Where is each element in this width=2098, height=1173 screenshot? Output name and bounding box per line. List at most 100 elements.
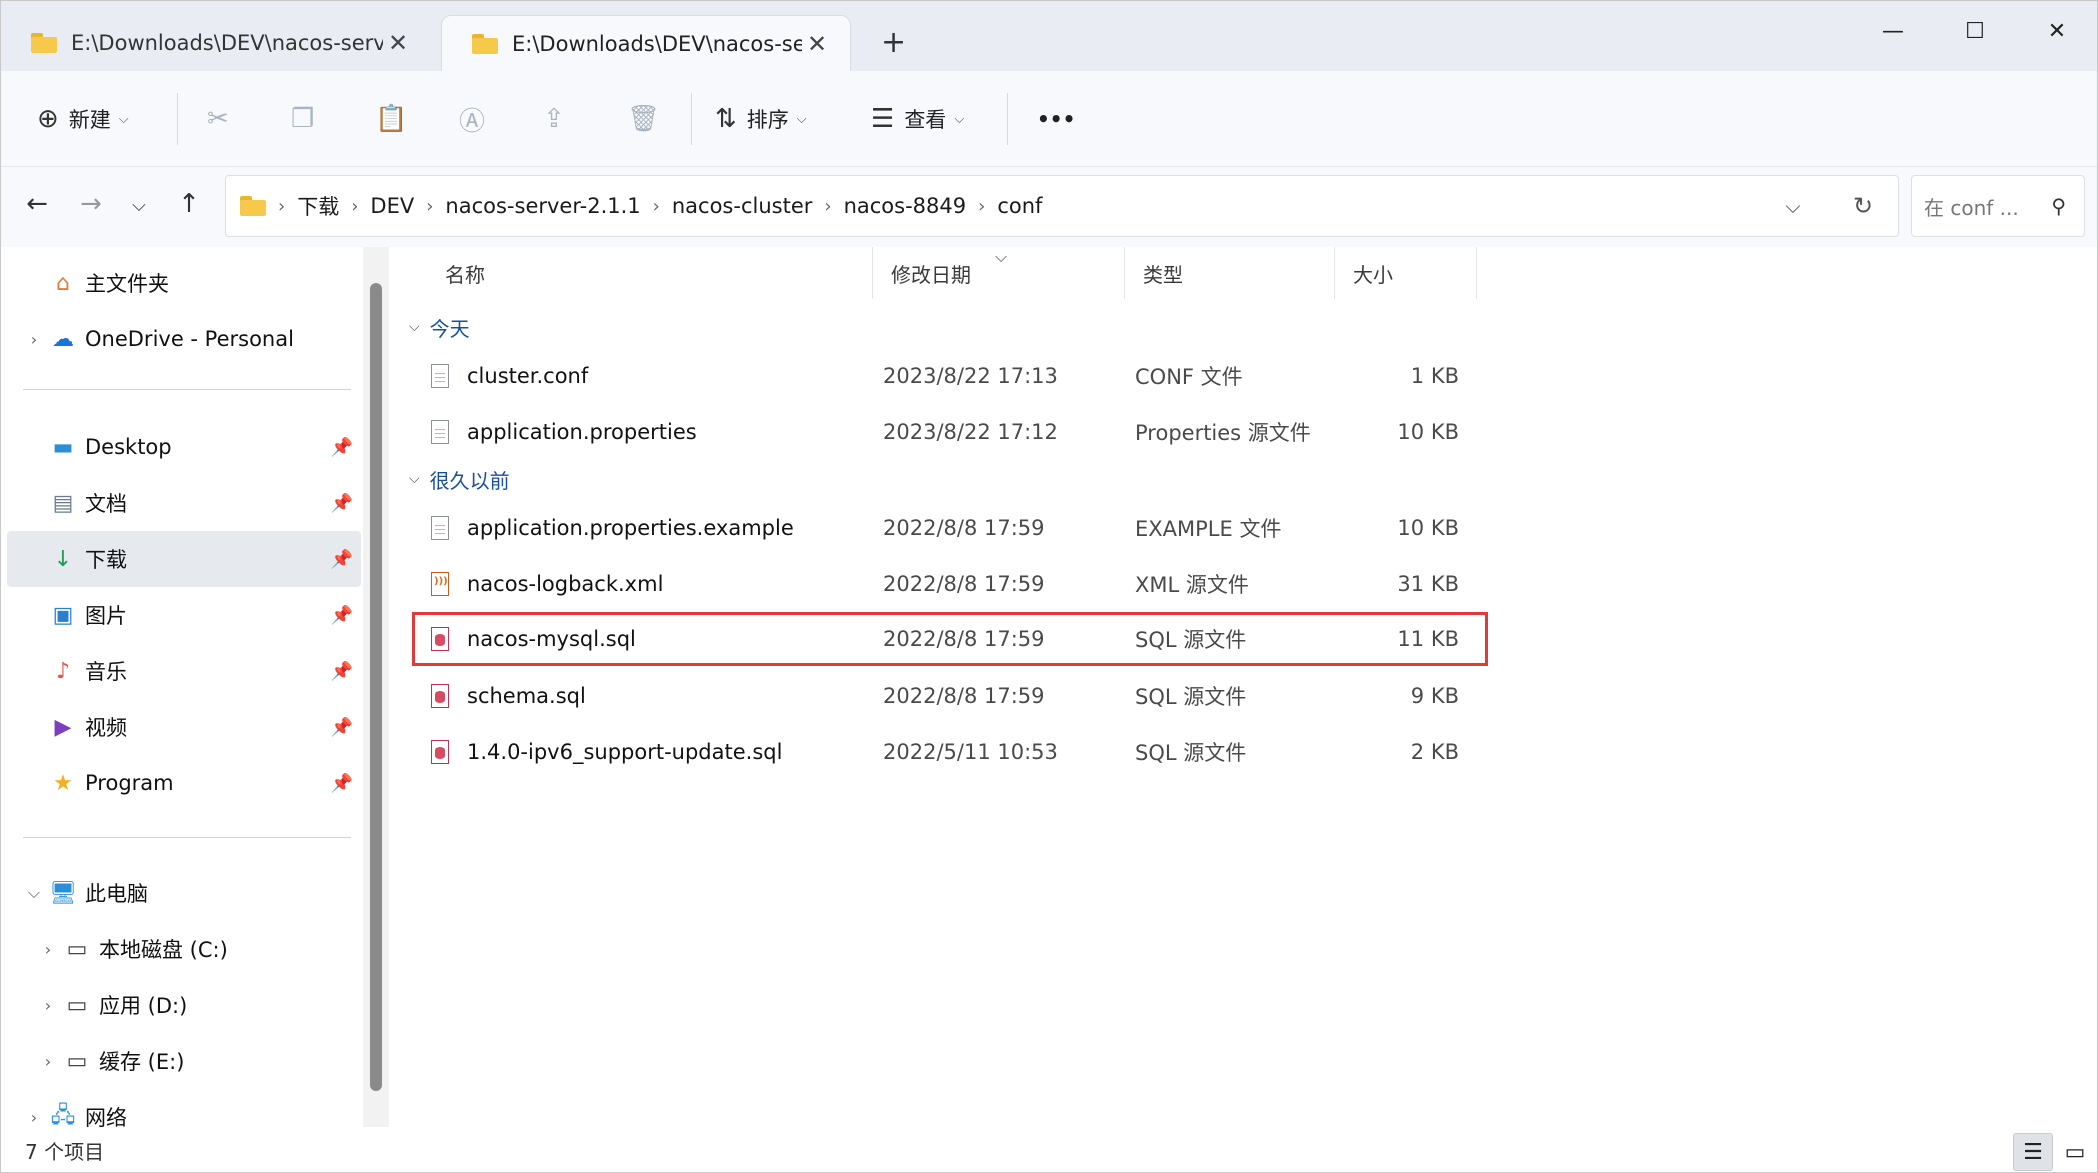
- up-arrow-icon[interactable]: ↑: [171, 189, 207, 219]
- recent-locations-chevron-icon[interactable]: ⌵: [121, 195, 157, 216]
- computer-icon: 🖥: [49, 880, 77, 906]
- file-date: 2022/5/11 10:53: [883, 740, 1058, 764]
- file-row[interactable]: application.properties 2023/8/22 17:12 P…: [413, 407, 1487, 457]
- search-input[interactable]: 在 conf ... ⚲: [1911, 175, 2085, 237]
- new-tab-button[interactable]: +: [881, 25, 906, 60]
- column-header-date[interactable]: 修改日期: [873, 247, 1125, 299]
- tab-1[interactable]: E:\Downloads\DEV\nacos-serv ✕: [1, 15, 431, 71]
- file-type: EXAMPLE 文件: [1135, 517, 1282, 541]
- view-button[interactable]: ☰ 查看 ⌵: [871, 99, 964, 139]
- music-icon: ♪: [55, 658, 71, 684]
- chevron-right-icon[interactable]: ›: [33, 940, 63, 959]
- file-type: CONF 文件: [1135, 365, 1243, 389]
- breadcrumb-item[interactable]: 下载: [297, 191, 339, 221]
- videos-icon: ▶: [54, 714, 72, 740]
- breadcrumb-separator: ›: [824, 195, 832, 217]
- breadcrumb-item[interactable]: conf: [997, 194, 1042, 218]
- pin-icon[interactable]: 📌: [331, 717, 353, 738]
- chevron-right-icon[interactable]: ›: [33, 1052, 63, 1071]
- file-row[interactable]: application.properties.example 2022/8/8 …: [413, 503, 1487, 553]
- refresh-icon[interactable]: ↻: [1828, 192, 1898, 220]
- tiles-view-icon[interactable]: ▭: [2055, 1133, 2095, 1171]
- group-header-long-ago[interactable]: ⌵ 很久以前: [409, 461, 510, 497]
- pin-icon[interactable]: 📌: [331, 549, 353, 570]
- tab-2[interactable]: E:\Downloads\DEV\nacos-serv ✕: [441, 15, 851, 71]
- rename-icon: Ⓐ: [459, 106, 486, 137]
- cut-button[interactable]: ✂: [207, 99, 239, 139]
- sort-button[interactable]: ⇅ 排序 ⌵: [715, 99, 807, 139]
- sidebar-item-drive-d[interactable]: › ▭ 应用 (D:): [7, 977, 361, 1033]
- share-button[interactable]: ⇪: [543, 99, 575, 139]
- file-row-highlighted[interactable]: nacos-mysql.sql 2022/8/8 17:59 SQL 源文件 1…: [412, 612, 1488, 666]
- details-view-icon[interactable]: ☰: [2013, 1133, 2053, 1171]
- chevron-right-icon[interactable]: ›: [19, 1108, 49, 1127]
- chevron-down-icon[interactable]: ⌵: [19, 883, 49, 903]
- pin-icon[interactable]: 📌: [331, 437, 353, 458]
- close-tab-icon[interactable]: ✕: [802, 30, 832, 58]
- sidebar-item-this-pc[interactable]: ⌵ 🖥 此电脑: [7, 865, 361, 921]
- file-size: 10 KB: [1397, 420, 1459, 444]
- sort-arrows-icon: ⇅: [715, 104, 737, 134]
- file-row[interactable]: 1.4.0-ipv6_support-update.sql 2022/5/11 …: [413, 727, 1487, 777]
- file-type: XML 源文件: [1135, 573, 1249, 597]
- sidebar-scrollbar[interactable]: [363, 247, 389, 1127]
- sidebar-item-drive-e[interactable]: › ▭ 缓存 (E:): [7, 1033, 361, 1089]
- close-window-button[interactable]: ✕: [2027, 11, 2087, 51]
- file-row[interactable]: schema.sql 2022/8/8 17:59 SQL 源文件 9 KB: [413, 671, 1487, 721]
- forward-arrow-icon[interactable]: →: [73, 189, 109, 219]
- file-type: SQL 源文件: [1135, 628, 1247, 652]
- sidebar-item-pictures[interactable]: ▣ 图片 📌: [7, 587, 361, 643]
- breadcrumb-item[interactable]: DEV: [370, 194, 414, 218]
- sidebar-divider: [23, 389, 351, 390]
- sidebar-item-videos[interactable]: ▶ 视频 📌: [7, 699, 361, 755]
- pin-icon[interactable]: 📌: [331, 773, 353, 794]
- minimize-button[interactable]: —: [1863, 11, 1923, 51]
- sidebar-item-onedrive[interactable]: › ☁ OneDrive - Personal: [7, 311, 361, 367]
- chevron-right-icon[interactable]: ›: [19, 330, 49, 349]
- breadcrumb-item[interactable]: nacos-server-2.1.1: [445, 194, 640, 218]
- search-icon[interactable]: ⚲: [2051, 194, 2066, 218]
- paste-button[interactable]: 📋: [375, 99, 417, 139]
- group-label: 很久以前: [429, 468, 510, 493]
- chevron-right-icon[interactable]: ›: [33, 996, 63, 1015]
- file-row[interactable]: cluster.conf 2023/8/22 17:13 CONF 文件 1 K…: [413, 351, 1487, 401]
- copy-button[interactable]: ❐: [291, 99, 324, 139]
- sidebar-item-label: 缓存 (E:): [99, 1050, 185, 1074]
- column-header-size[interactable]: 大小: [1335, 247, 1477, 299]
- column-header-name[interactable]: 名称: [427, 247, 873, 299]
- drive-icon: ▭: [66, 992, 88, 1018]
- address-history-chevron-icon[interactable]: ⌵: [1758, 194, 1828, 218]
- breadcrumb-item[interactable]: nacos-8849: [844, 194, 967, 218]
- scissors-icon: ✂: [207, 104, 229, 134]
- more-options-button[interactable]: •••: [1037, 99, 1075, 139]
- breadcrumb-item[interactable]: nacos-cluster: [672, 194, 813, 218]
- file-row[interactable]: nacos-logback.xml 2022/8/8 17:59 XML 源文件…: [413, 559, 1487, 609]
- cloud-icon: ☁: [52, 326, 74, 352]
- pin-icon[interactable]: 📌: [331, 605, 353, 626]
- chevron-down-icon: ⌵: [409, 319, 420, 335]
- group-header-today[interactable]: ⌵ 今天: [409, 309, 470, 345]
- scrollbar-thumb[interactable]: [370, 283, 382, 1091]
- pin-icon[interactable]: 📌: [331, 493, 353, 514]
- column-header-type[interactable]: 类型: [1125, 247, 1335, 299]
- plus-circle-icon: ⊕: [37, 104, 59, 134]
- desktop-icon: ▬: [52, 434, 74, 460]
- sidebar-item-label: 下载: [85, 548, 127, 572]
- sidebar-item-program[interactable]: ★ Program 📌: [7, 755, 361, 811]
- sidebar-item-desktop[interactable]: ▬ Desktop 📌: [7, 419, 361, 475]
- sidebar-item-documents[interactable]: ▤ 文档 📌: [7, 475, 361, 531]
- sidebar-item-music[interactable]: ♪ 音乐 📌: [7, 643, 361, 699]
- sidebar-item-drive-c[interactable]: › ▭ 本地磁盘 (C:): [7, 921, 361, 977]
- pin-icon[interactable]: 📌: [331, 661, 353, 682]
- delete-button[interactable]: 🗑: [627, 99, 670, 139]
- maximize-button[interactable]: ☐: [1945, 11, 2005, 51]
- rename-button[interactable]: Ⓐ: [459, 99, 495, 139]
- sidebar-item-downloads[interactable]: ↓ 下载 📌: [7, 531, 361, 587]
- folder-icon: [472, 33, 498, 54]
- address-bar[interactable]: › 下载 › DEV › nacos-server-2.1.1 › nacos-…: [225, 175, 1899, 237]
- new-button[interactable]: ⊕ 新建 ⌵: [37, 99, 129, 139]
- back-arrow-icon[interactable]: ←: [19, 189, 55, 219]
- download-icon: ↓: [53, 546, 73, 572]
- close-tab-icon[interactable]: ✕: [383, 29, 413, 57]
- sidebar-item-home[interactable]: ⌂ 主文件夹: [7, 255, 361, 311]
